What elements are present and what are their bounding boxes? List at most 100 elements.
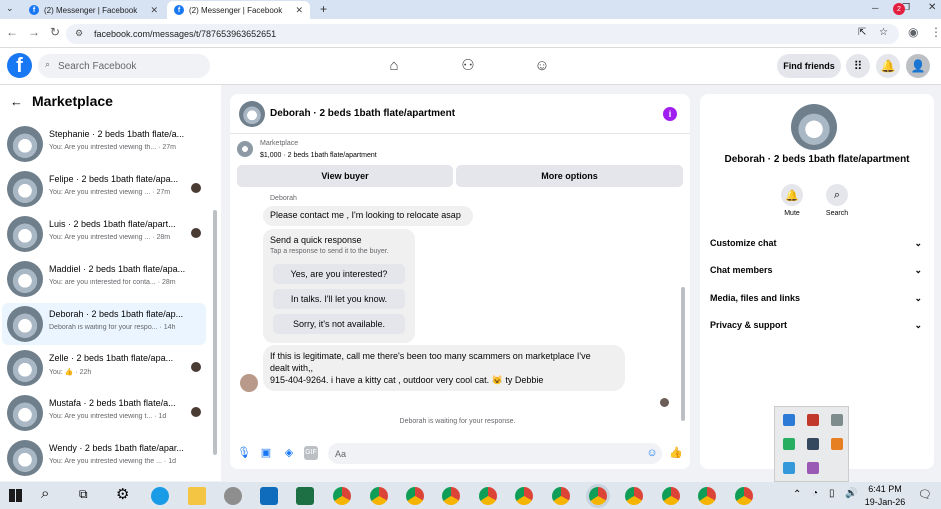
search-icon[interactable]: ⌕ bbox=[41, 485, 49, 502]
more-options-button[interactable]: More options bbox=[456, 165, 683, 187]
tray-app-icon[interactable] bbox=[807, 438, 819, 450]
task-view-icon[interactable]: ⧉ bbox=[79, 487, 88, 502]
app-icon[interactable] bbox=[224, 487, 242, 505]
clock-time[interactable]: 6:41 PM bbox=[860, 484, 910, 494]
conversation-preview: You: 👍 · 22h bbox=[49, 369, 92, 376]
start-icon[interactable] bbox=[9, 489, 22, 502]
avatar[interactable]: 👤 bbox=[906, 54, 930, 78]
notifications-icon[interactable]: 🔔 bbox=[876, 54, 900, 78]
home-icon[interactable]: ⌂ bbox=[385, 57, 403, 75]
chrome-icon[interactable] bbox=[333, 487, 351, 505]
bookmark-star-icon[interactable]: ☆ bbox=[879, 27, 888, 38]
back-icon[interactable]: ← bbox=[6, 25, 18, 39]
clock-date[interactable]: 19-Jan-26 bbox=[860, 497, 910, 507]
url-text: facebook.com/messages/t/787653963652651 bbox=[94, 29, 277, 39]
microphone-icon[interactable]: 🎙 bbox=[237, 446, 251, 460]
friends-icon[interactable]: ⚇ bbox=[459, 57, 477, 75]
avatar bbox=[7, 216, 43, 252]
site-info-icon[interactable]: ⚙ bbox=[75, 28, 83, 39]
conversation-item[interactable]: Stephanie · 2 beds 1bath flate/a... You:… bbox=[2, 123, 206, 165]
chat-scrollbar[interactable] bbox=[681, 287, 685, 421]
battery-icon[interactable]: ▯ bbox=[829, 488, 835, 499]
tray-app-icon[interactable] bbox=[783, 462, 795, 474]
media-files-row[interactable]: Media, files and links ⌄ bbox=[710, 293, 922, 304]
wifi-icon[interactable]: ◔ bbox=[812, 488, 818, 499]
chrome-icon[interactable] bbox=[735, 487, 753, 505]
customize-chat-row[interactable]: Customize chat ⌄ bbox=[710, 238, 922, 249]
gaming-icon[interactable]: ☺ bbox=[533, 57, 551, 75]
install-icon[interactable]: ⇱ bbox=[858, 27, 866, 38]
tray-app-icon[interactable] bbox=[807, 462, 819, 474]
like-icon[interactable]: 👍 bbox=[669, 446, 683, 460]
facebook-logo-icon[interactable]: f bbox=[7, 53, 32, 78]
chrome-icon[interactable] bbox=[515, 487, 533, 505]
conversation-item[interactable]: Zelle · 2 beds 1bath flate/apa... You: 👍… bbox=[2, 347, 206, 389]
photo-icon[interactable]: ▣ bbox=[259, 446, 273, 460]
menu-dots-icon[interactable]: ⋮ bbox=[930, 25, 941, 39]
conversation-item[interactable]: Luis · 2 beds 1bath flate/apart... You: … bbox=[2, 213, 206, 255]
sticker-icon[interactable]: ◈ bbox=[282, 446, 296, 460]
gif-icon[interactable]: GIF bbox=[304, 446, 318, 460]
chrome-icon[interactable] bbox=[662, 487, 680, 505]
chrome-icon-active[interactable] bbox=[589, 487, 607, 505]
tray-app-icon[interactable] bbox=[783, 414, 795, 426]
volume-icon[interactable]: 🔊 bbox=[845, 488, 857, 499]
reload-icon[interactable]: ↻ bbox=[50, 25, 60, 39]
sidebar-scrollbar[interactable] bbox=[213, 210, 217, 455]
tab-search-icon[interactable]: ⌄ bbox=[6, 3, 14, 14]
minimize-icon[interactable]: ─ bbox=[872, 3, 878, 13]
search-icon[interactable]: ⌕ bbox=[826, 184, 848, 206]
info-icon[interactable]: i bbox=[663, 107, 677, 121]
tray-app-icon[interactable] bbox=[831, 414, 843, 426]
quick-response-button[interactable]: Sorry, it's not available. bbox=[273, 314, 405, 334]
profile-icon[interactable]: ◉ bbox=[908, 25, 918, 39]
mute-icon[interactable]: 🔔 bbox=[781, 184, 803, 206]
message-input[interactable]: Aa bbox=[328, 443, 662, 464]
conversation-item[interactable]: Felipe · 2 beds 1bath flate/apa... You: … bbox=[2, 168, 206, 210]
seen-avatar bbox=[191, 362, 201, 372]
chrome-icon[interactable] bbox=[625, 487, 643, 505]
emoji-icon[interactable]: ☺ bbox=[645, 446, 659, 460]
back-arrow-icon[interactable]: ← bbox=[10, 94, 23, 109]
chat-members-row[interactable]: Chat members ⌄ bbox=[710, 265, 922, 276]
conversation-item[interactable]: Mustafa · 2 beds 1bath flate/a... You: A… bbox=[2, 392, 206, 434]
chrome-icon[interactable] bbox=[479, 487, 497, 505]
conversation-item[interactable]: Wendy · 2 beds 1bath flate/apar... You: … bbox=[2, 437, 206, 479]
notification-center-icon[interactable]: 🗨 bbox=[918, 488, 932, 501]
chrome-icon[interactable] bbox=[406, 487, 424, 505]
file-explorer-icon[interactable] bbox=[188, 487, 206, 505]
url-field[interactable]: ⚙ facebook.com/messages/t/78765396365265… bbox=[66, 24, 899, 44]
row-label: Customize chat bbox=[710, 238, 777, 248]
outlook-icon[interactable] bbox=[260, 487, 278, 505]
tray-app-icon[interactable] bbox=[783, 438, 795, 450]
find-friends-button[interactable]: Find friends bbox=[777, 54, 841, 78]
search-input[interactable]: ⌕ Search Facebook bbox=[38, 54, 210, 78]
edge-icon[interactable] bbox=[151, 487, 169, 505]
chrome-icon[interactable] bbox=[370, 487, 388, 505]
view-buyer-button[interactable]: View buyer bbox=[237, 165, 453, 187]
conversation-item[interactable]: Maddiel · 2 beds 1bath flate/apa... You:… bbox=[2, 258, 206, 300]
chrome-icon[interactable] bbox=[552, 487, 570, 505]
settings-gear-icon[interactable]: ⚙ bbox=[116, 485, 129, 503]
browser-tab-2[interactable]: f (2) Messenger | Facebook ✕ bbox=[167, 1, 310, 19]
excel-icon[interactable] bbox=[296, 487, 314, 505]
tray-app-icon[interactable] bbox=[831, 438, 843, 450]
browser-tab-1[interactable]: f (2) Messenger | Facebook ✕ bbox=[22, 1, 165, 19]
new-tab-icon[interactable]: + bbox=[320, 2, 327, 16]
seen-avatar bbox=[191, 183, 201, 193]
conversation-item-selected[interactable]: Deborah · 2 beds 1bath flate/ap... Debor… bbox=[2, 303, 206, 345]
quick-response-button[interactable]: In talks. I'll let you know. bbox=[273, 289, 405, 309]
forward-icon[interactable]: → bbox=[28, 25, 40, 39]
tray-chevron-up-icon[interactable]: ⌃ bbox=[793, 489, 801, 500]
privacy-support-row[interactable]: Privacy & support ⌄ bbox=[710, 320, 922, 331]
avatar[interactable] bbox=[239, 101, 265, 127]
close-window-icon[interactable]: ✕ bbox=[928, 2, 936, 13]
close-icon[interactable]: ✕ bbox=[295, 5, 303, 16]
menu-grid-icon[interactable]: ⠿ bbox=[846, 54, 870, 78]
quick-response-button[interactable]: Yes, are you interested? bbox=[273, 264, 405, 284]
chat-title[interactable]: Deborah · 2 beds 1bath flate/apartment bbox=[270, 108, 455, 119]
chrome-icon[interactable] bbox=[442, 487, 460, 505]
close-icon[interactable]: ✕ bbox=[150, 5, 158, 16]
tray-app-icon[interactable] bbox=[807, 414, 819, 426]
chrome-icon[interactable] bbox=[698, 487, 716, 505]
